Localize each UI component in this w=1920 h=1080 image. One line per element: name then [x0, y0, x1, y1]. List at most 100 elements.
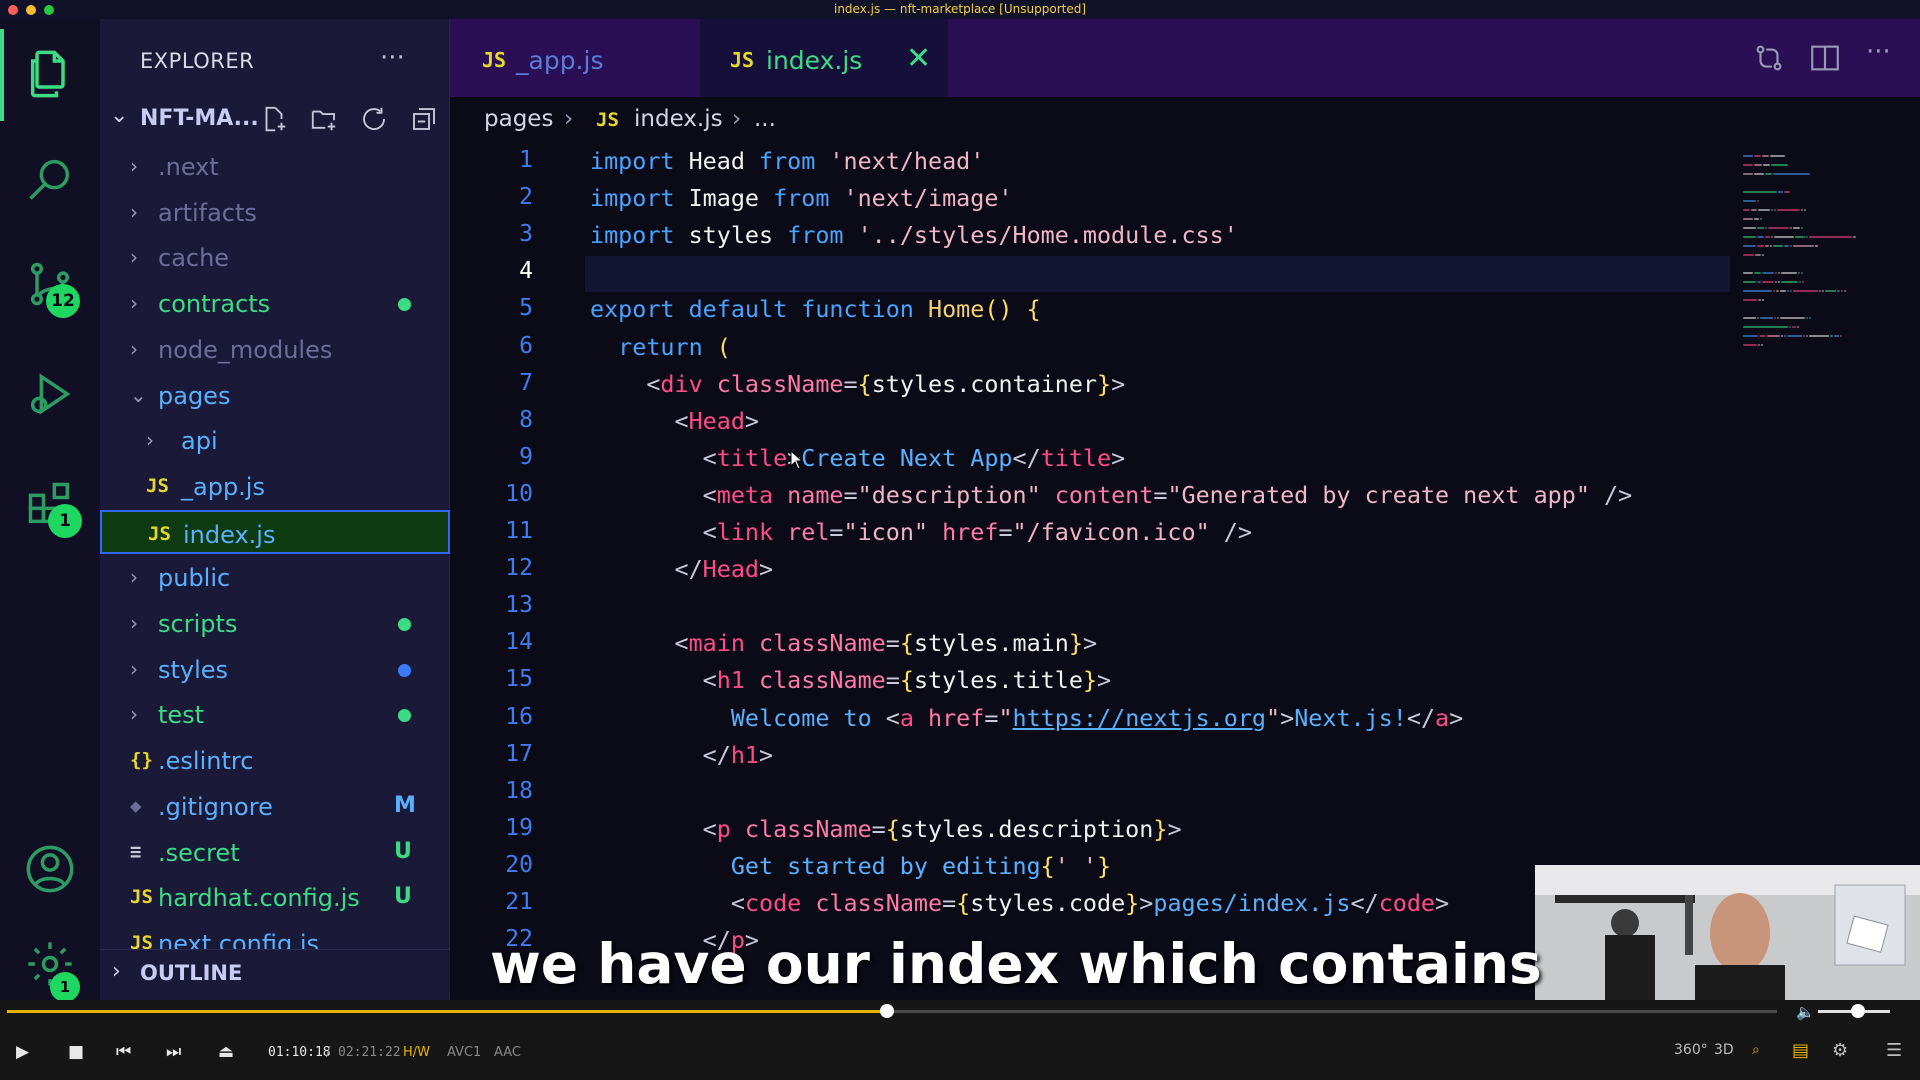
line-number: 8 — [519, 406, 533, 433]
minimap-segment — [1758, 344, 1760, 346]
stop-icon[interactable]: ■ — [68, 1042, 84, 1062]
subtitles-icon[interactable]: ▤ — [1792, 1040, 1809, 1061]
3d-mode-button[interactable]: 3D — [1714, 1042, 1734, 1058]
refresh-icon[interactable] — [355, 101, 393, 137]
tree-item[interactable]: › public — [100, 555, 450, 599]
new-folder-icon[interactable] — [305, 101, 343, 137]
eject-icon[interactable]: ⏏ — [218, 1042, 234, 1062]
code-line: export default function Home() { — [590, 295, 1041, 324]
tree-item[interactable]: › node_modules — [100, 327, 450, 371]
minimap[interactable] — [1735, 143, 1915, 443]
next-icon[interactable]: ⏭ — [166, 1042, 181, 1062]
tree-item-label: contracts — [158, 290, 271, 319]
tree-item[interactable]: › .next — [100, 144, 450, 188]
breadcrumb-more[interactable]: ... — [754, 106, 776, 132]
volume-icon[interactable]: 🔈 — [1796, 1003, 1815, 1021]
progress-fill — [7, 1010, 887, 1013]
code-line: <link rel="icon" href="/favicon.ico" /> — [590, 518, 1252, 546]
minimap-segment — [1808, 236, 1852, 238]
accounts-activity[interactable] — [0, 829, 100, 909]
manage-activity[interactable]: 1 — [0, 924, 100, 1004]
minimap-segment — [1764, 236, 1771, 238]
minimap-segment — [1756, 245, 1764, 247]
minimap-segment — [1806, 335, 1809, 337]
progress-handle[interactable] — [879, 1004, 894, 1018]
minimap-segment — [1761, 254, 1764, 256]
search-activity[interactable] — [0, 139, 100, 219]
tree-item[interactable]: ⌄ pages — [100, 373, 450, 417]
line-number: 17 — [505, 740, 533, 767]
tree-item[interactable]: › contracts — [100, 281, 450, 325]
run-debug-icon — [30, 373, 71, 415]
previous-icon[interactable]: ⏮ — [116, 1042, 131, 1062]
minimap-segment — [1743, 200, 1756, 202]
minimap-segment — [1784, 335, 1786, 337]
tree-item-label: .gitignore — [158, 792, 273, 821]
split-editor-icon[interactable] — [1808, 41, 1844, 77]
minimap-segment — [1776, 290, 1780, 292]
tree-item[interactable]: JS hardhat.config.js U — [100, 875, 450, 919]
menu-icon[interactable]: ☰ — [1886, 1040, 1902, 1061]
tree-item[interactable]: JS _app.js — [100, 464, 450, 508]
play-icon[interactable]: ▶ — [16, 1042, 29, 1062]
tree-item[interactable]: JS index.js — [100, 509, 450, 554]
volume-handle[interactable] — [1850, 1004, 1865, 1018]
run-debug-activity[interactable] — [0, 354, 100, 434]
more-actions-icon[interactable]: ··· — [1866, 37, 1902, 73]
tree-item[interactable]: {} .eslintrc — [100, 738, 450, 782]
tree-item-label: api — [181, 427, 218, 456]
extensions-activity[interactable]: 1 — [0, 464, 100, 544]
tree-item[interactable]: › api — [100, 418, 450, 462]
minimap-segment — [1772, 173, 1811, 175]
minimap-segment — [1764, 173, 1772, 175]
status-dot — [398, 298, 411, 312]
code-line: </h1> — [590, 740, 774, 769]
new-file-icon[interactable] — [255, 101, 293, 137]
tree-item[interactable]: › cache — [100, 235, 450, 279]
chevron-right-icon: › — [130, 702, 138, 727]
search-icon — [29, 159, 70, 200]
explorer-more-button[interactable]: ··· — [380, 43, 405, 73]
tree-item[interactable]: › styles — [100, 647, 450, 691]
tree-item[interactable]: › test — [100, 692, 450, 736]
tab-index-js[interactable]: JS index.js ✕ — [700, 19, 948, 97]
tree-item-label: index.js — [183, 520, 276, 549]
chevron-right-icon: › — [130, 336, 138, 361]
extensions-badge: 1 — [48, 504, 82, 538]
360-mode-button[interactable]: 360° — [1674, 1042, 1708, 1058]
minimap-segment — [1743, 173, 1753, 175]
source-control-badge: 12 — [46, 284, 80, 318]
code-line: <div className={styles.container}> — [590, 369, 1126, 398]
minimap-segment — [1777, 191, 1784, 193]
tree-item[interactable]: › scripts — [100, 601, 450, 645]
gear-icon[interactable]: ⚙ — [1832, 1040, 1848, 1061]
outline-section[interactable]: › OUTLINE — [100, 949, 450, 993]
breadcrumb-file[interactable]: index.js — [634, 106, 723, 132]
compare-changes-icon[interactable] — [1752, 41, 1788, 77]
minimap-segment — [1790, 245, 1793, 247]
close-icon[interactable]: ✕ — [906, 41, 931, 76]
minimap-segment — [1805, 236, 1808, 238]
minimap-segment — [1787, 335, 1803, 337]
line-number: 10 — [505, 480, 533, 507]
minimap-segment — [1767, 335, 1780, 337]
tab-app-js[interactable]: JS _app.js — [450, 19, 698, 97]
minimap-segment — [1781, 272, 1797, 274]
code-line: <meta name="description" content="Genera… — [590, 480, 1633, 509]
tree-item-label: .eslintrc — [158, 747, 254, 776]
current-line-highlight — [585, 256, 1730, 292]
project-header[interactable]: ⌄ NFT-MA... — [100, 99, 450, 139]
tree-item[interactable]: ≡ .secret U — [100, 830, 450, 874]
zoom-icon[interactable]: ⌕ — [1752, 1042, 1760, 1058]
activity-bar: 12 1 1 — [0, 19, 100, 1002]
minimap-segment — [1822, 290, 1824, 292]
minimap-segment — [1781, 281, 1799, 283]
tree-item[interactable]: ◆ .gitignore M — [100, 784, 450, 828]
source-control-activity[interactable]: 12 — [0, 244, 100, 324]
minimap-segment — [1756, 281, 1761, 283]
tree-item[interactable]: › artifacts — [100, 190, 450, 234]
collapse-all-icon[interactable] — [405, 101, 443, 137]
minimap-segment — [1797, 272, 1800, 274]
breadcrumb-folder[interactable]: pages — [484, 106, 553, 132]
explorer-activity[interactable] — [0, 34, 100, 114]
